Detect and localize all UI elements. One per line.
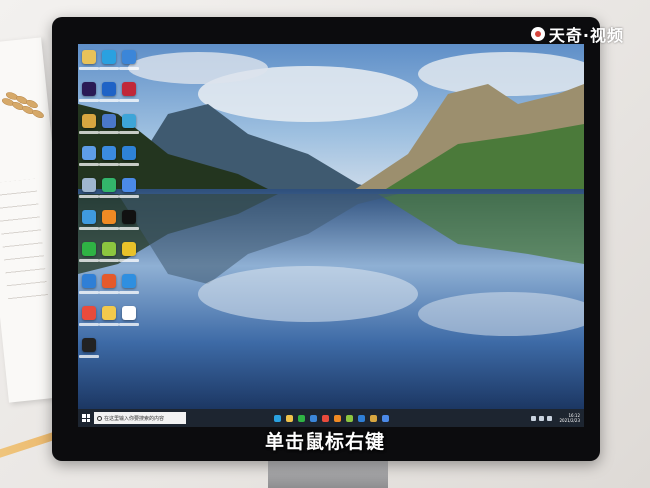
app-dark-icon[interactable] bbox=[79, 338, 99, 358]
taskbar-app-icon-10[interactable] bbox=[382, 414, 389, 422]
network-tray-icon[interactable] bbox=[531, 415, 537, 421]
desktop-icon-row bbox=[79, 306, 139, 326]
desktop-icon-row bbox=[79, 50, 139, 70]
taskbar-app-icon-8[interactable] bbox=[358, 414, 365, 422]
app-yellow-icon[interactable] bbox=[119, 242, 139, 262]
taskbar: 在这里输入你要搜索的内容 16:12 2021/2/23 bbox=[78, 409, 584, 427]
watermark-logo-icon bbox=[530, 27, 545, 41]
taskbar-app-icon-1[interactable] bbox=[274, 414, 281, 422]
start-button[interactable] bbox=[82, 414, 90, 422]
system-tray: 16:12 2021/2/23 bbox=[531, 413, 580, 423]
app-wifi-icon[interactable] bbox=[119, 146, 139, 166]
taskbar-pinned-apps bbox=[274, 414, 389, 422]
desktop-icon-row bbox=[79, 210, 139, 230]
video-subtitle: 单击鼠标右键 bbox=[264, 431, 385, 453]
taskbar-app-icon-9[interactable] bbox=[370, 414, 377, 422]
notebook-lines bbox=[0, 178, 49, 303]
desktop-screen: 在这里输入你要搜索的内容 16:12 2021/2/23 bbox=[78, 44, 584, 427]
input-method-tray-icon[interactable] bbox=[547, 415, 553, 421]
taskbar-app-icon-5[interactable] bbox=[322, 414, 329, 422]
app-cloud-icon[interactable] bbox=[79, 146, 99, 166]
recycle-bin-icon[interactable] bbox=[79, 178, 99, 198]
search-icon bbox=[97, 415, 102, 421]
tiktok-icon[interactable] bbox=[119, 210, 139, 230]
premiere-icon[interactable] bbox=[79, 82, 99, 102]
wechat-icon[interactable] bbox=[79, 242, 99, 262]
volume-tray-icon[interactable] bbox=[539, 415, 545, 421]
app-color-icon[interactable] bbox=[79, 306, 99, 326]
app-mosaic-icon[interactable] bbox=[99, 274, 119, 294]
app-gold-icon[interactable] bbox=[99, 306, 119, 326]
desktop-icon-row bbox=[79, 338, 136, 358]
app-folder-icon[interactable] bbox=[99, 114, 119, 134]
taskbar-app-icon-7[interactable] bbox=[346, 414, 353, 422]
app-blue-icon[interactable] bbox=[99, 82, 119, 102]
app-blue2-icon[interactable] bbox=[119, 178, 139, 198]
this-pc-icon[interactable] bbox=[79, 50, 99, 70]
app-red-icon[interactable] bbox=[119, 82, 139, 102]
taskbar-app-icon-2[interactable] bbox=[286, 414, 293, 422]
network-icon[interactable] bbox=[119, 50, 139, 70]
app-orange-icon[interactable] bbox=[99, 210, 119, 230]
app-chart-icon[interactable] bbox=[119, 114, 139, 134]
desktop-icon-row bbox=[79, 242, 139, 262]
app-tv-icon[interactable] bbox=[99, 146, 119, 166]
edge-icon[interactable] bbox=[99, 50, 119, 70]
app-green-icon[interactable] bbox=[99, 178, 119, 198]
desktop-icon-row bbox=[79, 82, 139, 102]
desktop-icon-row bbox=[79, 274, 139, 294]
search-placeholder: 在这里输入你要搜索的内容 bbox=[104, 415, 165, 422]
taskbar-search-input[interactable]: 在这里输入你要搜索的内容 bbox=[94, 412, 186, 424]
desktop-icon-row bbox=[79, 146, 139, 166]
desktop-wallpaper bbox=[78, 44, 584, 409]
app-shield-icon[interactable] bbox=[79, 274, 99, 294]
watermark: 天奇·视频 bbox=[530, 22, 624, 46]
taskbar-app-icon-3[interactable] bbox=[298, 414, 305, 422]
watermark-text: 天奇·视频 bbox=[548, 26, 624, 45]
monitor-stand bbox=[268, 461, 388, 488]
desktop-icon-row bbox=[79, 114, 139, 134]
app-tool-icon[interactable] bbox=[79, 114, 99, 134]
taskbar-app-icon-4[interactable] bbox=[310, 414, 317, 422]
app-blue3-icon[interactable] bbox=[119, 274, 139, 294]
app-lime-icon[interactable] bbox=[99, 242, 119, 262]
taskbar-clock[interactable]: 16:12 2021/2/23 bbox=[559, 413, 580, 423]
wheat-prop bbox=[2, 92, 44, 118]
app-pen-icon[interactable] bbox=[119, 306, 139, 326]
app-window-icon[interactable] bbox=[79, 210, 99, 230]
taskbar-app-icon-6[interactable] bbox=[334, 414, 341, 422]
desktop-icon-row bbox=[79, 178, 139, 198]
clock-date: 2021/2/23 bbox=[559, 418, 580, 423]
desktop-icons bbox=[79, 50, 139, 370]
